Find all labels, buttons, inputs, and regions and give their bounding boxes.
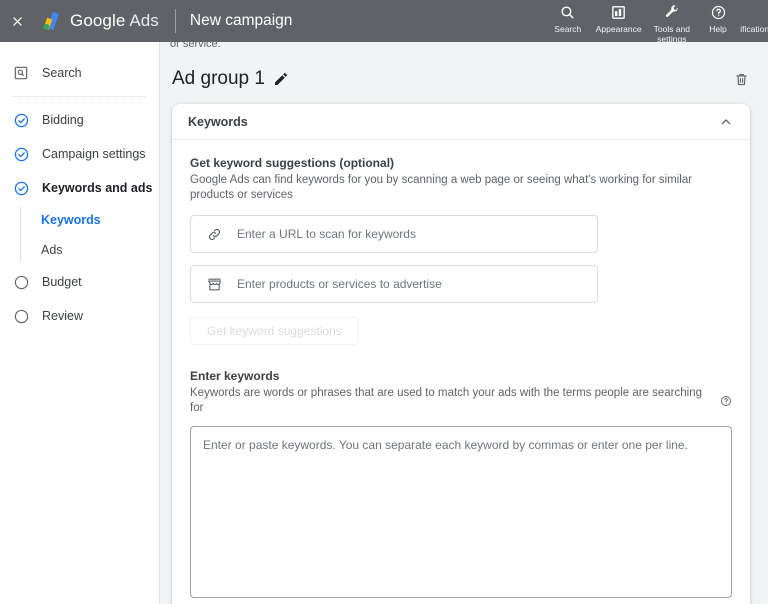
close-icon bbox=[12, 16, 22, 26]
brand-ads: Ads bbox=[129, 11, 159, 30]
help-circle-icon bbox=[710, 3, 727, 22]
products-services-input[interactable]: Enter products or services to advertise bbox=[190, 265, 598, 303]
header-help-label: Help bbox=[709, 24, 727, 34]
scrolled-text-fragment: or service. bbox=[170, 42, 221, 50]
google-ads-logo[interactable]: Google Ads bbox=[38, 10, 159, 32]
main-content: or service. Ad group 1 Keywords Get keyw… bbox=[160, 42, 768, 604]
header-search-label: Search bbox=[554, 24, 582, 34]
header-appearance-button[interactable]: Appearance bbox=[590, 3, 648, 34]
products-services-input-placeholder: Enter products or services to advertise bbox=[237, 277, 442, 291]
sidebar-divider bbox=[12, 96, 145, 97]
keyword-suggestions-description: Google Ads can find keywords for you by … bbox=[190, 174, 693, 201]
sidebar-item-campaign-settings[interactable]: Campaign settings bbox=[0, 137, 159, 171]
sidebar-item-campaign-settings-label: Campaign settings bbox=[42, 147, 146, 161]
keywords-card-header[interactable]: Keywords bbox=[172, 104, 750, 140]
keywords-card-body: Get keyword suggestions (optional) Googl… bbox=[172, 140, 750, 604]
campaign-steps-sidebar: Search Bidding Campaign settings Keyword… bbox=[0, 42, 160, 604]
header-tools: Search Appearance Tools and settings Hel… bbox=[546, 0, 768, 44]
enter-keywords-description: Keywords are words or phrases that are u… bbox=[190, 387, 703, 414]
enter-keywords-title: Enter keywords bbox=[190, 369, 280, 383]
enter-keywords-block: Enter keywords Keywords are words or phr… bbox=[190, 369, 732, 598]
sidebar-subitem-ads[interactable]: Ads bbox=[21, 235, 159, 265]
header-help-button[interactable]: Help bbox=[696, 3, 740, 34]
sidebar-item-budget[interactable]: Budget bbox=[0, 265, 159, 299]
header-tools-settings-button[interactable]: Tools and settings bbox=[648, 3, 696, 44]
pencil-icon[interactable] bbox=[273, 71, 289, 87]
close-button[interactable] bbox=[0, 0, 34, 42]
check-circle-icon bbox=[12, 145, 30, 163]
sidebar-subitems: Keywords Ads bbox=[0, 205, 159, 265]
search-icon bbox=[559, 3, 576, 22]
url-scan-input-placeholder: Enter a URL to scan for keywords bbox=[237, 227, 416, 241]
search-campaign-icon bbox=[12, 64, 30, 82]
sidebar-item-review[interactable]: Review bbox=[0, 299, 159, 333]
header-tools-settings-label: Tools and settings bbox=[653, 24, 690, 44]
sidebar-item-bidding[interactable]: Bidding bbox=[0, 103, 159, 137]
appearance-icon bbox=[610, 3, 627, 22]
chevron-up-icon[interactable] bbox=[718, 114, 734, 130]
link-icon bbox=[205, 225, 223, 243]
sidebar-item-bidding-label: Bidding bbox=[42, 113, 84, 127]
keywords-textarea[interactable]: Enter or paste keywords. You can separat… bbox=[190, 426, 732, 598]
sidebar-item-keywords-and-ads[interactable]: Keywords and ads bbox=[0, 171, 159, 205]
header-notifications-label: Notifications bbox=[740, 24, 768, 34]
url-scan-input[interactable]: Enter a URL to scan for keywords bbox=[190, 215, 598, 253]
brand-google: Google bbox=[70, 11, 126, 30]
keywords-textarea-placeholder: Enter or paste keywords. You can separat… bbox=[203, 438, 688, 452]
ad-group-header: Ad group 1 bbox=[160, 42, 768, 90]
header-appearance-label: Appearance bbox=[595, 24, 642, 34]
sidebar-subitem-keywords-label: Keywords bbox=[41, 213, 101, 227]
top-header-bar: Google Ads New campaign Search Appearanc bbox=[0, 0, 768, 44]
wrench-icon bbox=[663, 3, 680, 22]
get-keyword-suggestions-button[interactable]: Get keyword suggestions bbox=[190, 317, 359, 345]
keyword-suggestions-title: Get keyword suggestions (optional) bbox=[190, 156, 395, 170]
sidebar-subitem-ads-label: Ads bbox=[41, 243, 63, 257]
sidebar-item-keywords-and-ads-label: Keywords and ads bbox=[42, 181, 153, 195]
empty-circle-icon bbox=[12, 273, 30, 291]
page-title: New campaign bbox=[189, 12, 293, 29]
keywords-card: Keywords Get keyword suggestions (option… bbox=[172, 104, 750, 604]
ad-group-title: Ad group 1 bbox=[172, 68, 265, 89]
storefront-icon bbox=[205, 275, 223, 293]
trash-icon[interactable] bbox=[733, 71, 750, 88]
sidebar-subitem-keywords[interactable]: Keywords bbox=[21, 205, 159, 235]
keywords-card-title: Keywords bbox=[188, 114, 248, 129]
empty-circle-icon bbox=[12, 307, 30, 325]
sidebar-item-search[interactable]: Search bbox=[0, 56, 159, 90]
enter-keywords-description-row: Keywords are words or phrases that are u… bbox=[190, 386, 732, 416]
header-search-button[interactable]: Search bbox=[546, 3, 590, 34]
help-circle-icon[interactable] bbox=[720, 395, 732, 407]
check-circle-icon bbox=[12, 111, 30, 129]
header-notifications-button[interactable]: Notifications bbox=[740, 3, 768, 34]
google-ads-logo-icon bbox=[43, 11, 60, 30]
sidebar-item-budget-label: Budget bbox=[42, 275, 82, 289]
header-divider bbox=[174, 9, 176, 33]
sidebar-item-search-label: Search bbox=[42, 66, 82, 80]
brand-text: Google Ads bbox=[70, 11, 159, 31]
check-circle-icon bbox=[12, 179, 30, 197]
sidebar-item-review-label: Review bbox=[42, 309, 83, 323]
